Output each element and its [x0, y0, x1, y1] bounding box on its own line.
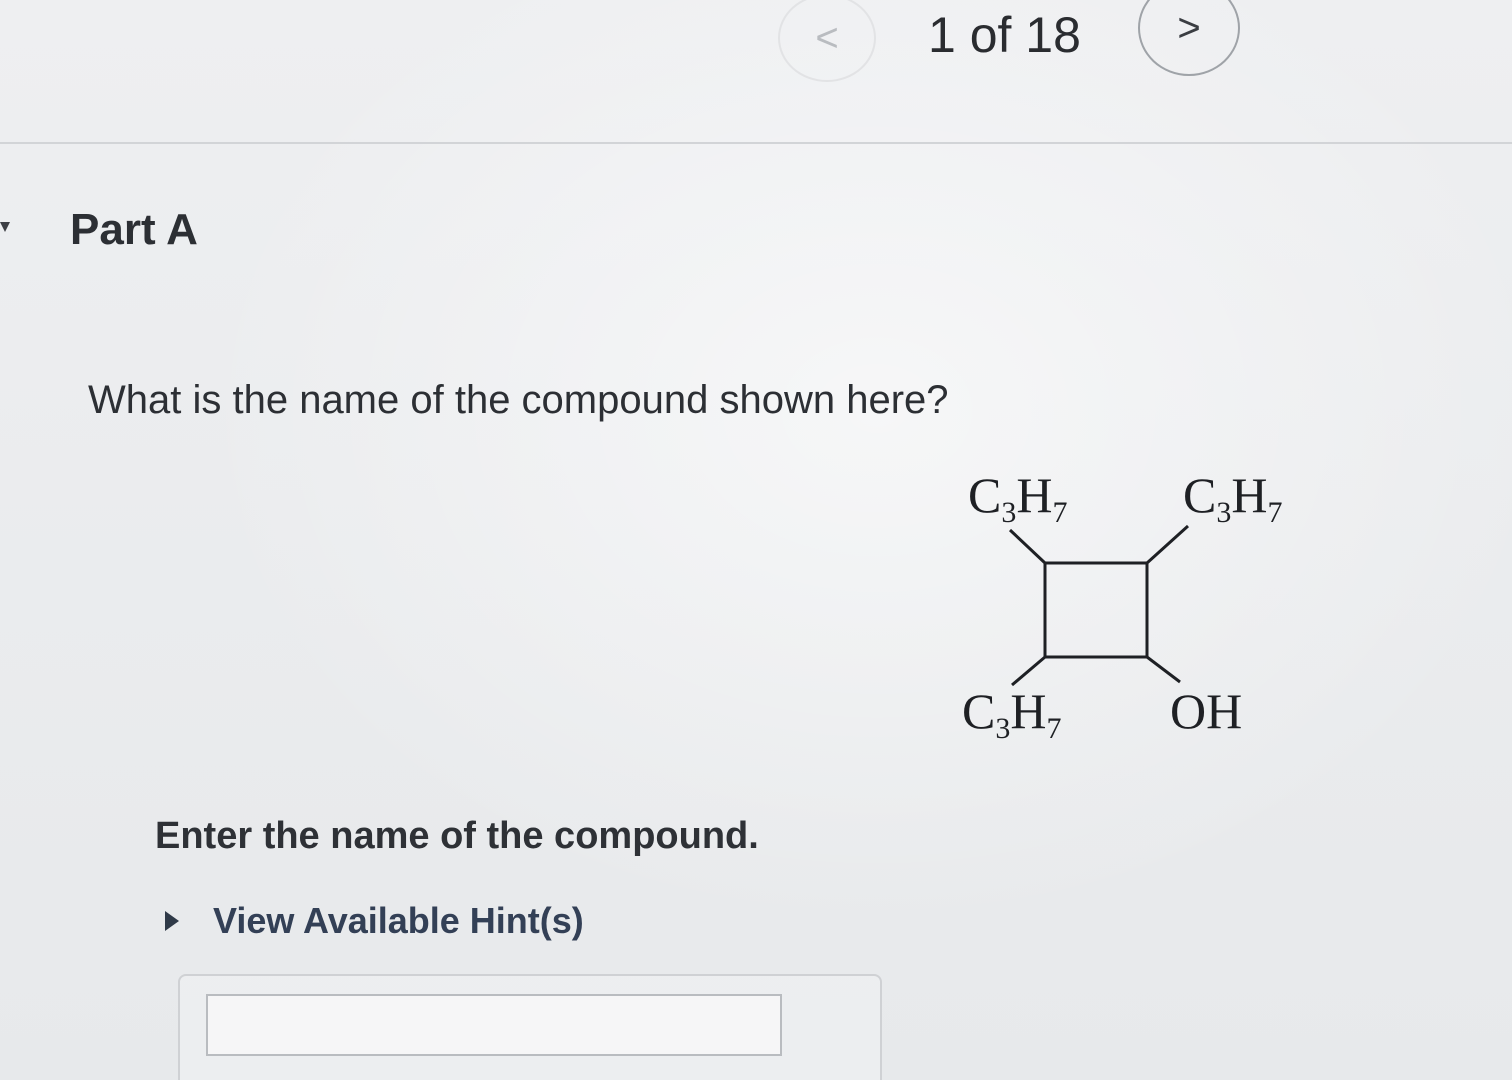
view-hints-toggle[interactable]: View Available Hint(s)	[165, 900, 584, 942]
part-title[interactable]: Part A	[70, 205, 198, 255]
substituent-top-left: C3H7	[968, 467, 1067, 529]
chevron-left-icon: <	[815, 15, 839, 60]
bond-top-left	[1008, 528, 1047, 565]
next-item-button[interactable]: >	[1138, 0, 1240, 76]
expand-triangle-icon	[165, 911, 179, 931]
hint-label[interactable]: View Available Hint(s)	[213, 900, 584, 942]
assignment-page: < 1 of 18 > Part A What is the name of t…	[0, 0, 1512, 1080]
question-text: What is the name of the compound shown h…	[88, 378, 949, 422]
previous-item-button[interactable]: <	[778, 0, 876, 82]
substituent-bottom-left: C3H7	[962, 683, 1061, 745]
substituent-top-right: C3H7	[1183, 467, 1282, 529]
item-pager: < 1 of 18 >	[0, 0, 1512, 140]
bond-top-right	[1145, 524, 1190, 565]
bond-bottom-right	[1146, 655, 1181, 684]
substituent-bottom-right: OH	[1170, 683, 1242, 739]
item-position-text: 1 of 18	[928, 7, 1081, 63]
bond-bottom-left	[1011, 655, 1046, 687]
answer-input[interactable]	[206, 994, 782, 1056]
chevron-right-icon: >	[1177, 5, 1201, 50]
header-divider	[0, 142, 1512, 144]
collapse-arrow-icon[interactable]	[0, 222, 10, 232]
answer-instruction: Enter the name of the compound.	[155, 815, 759, 857]
compound-structure: C3H7 C3H7 C3H7 OH	[940, 460, 1340, 760]
cyclobutane-ring	[1043, 561, 1149, 659]
